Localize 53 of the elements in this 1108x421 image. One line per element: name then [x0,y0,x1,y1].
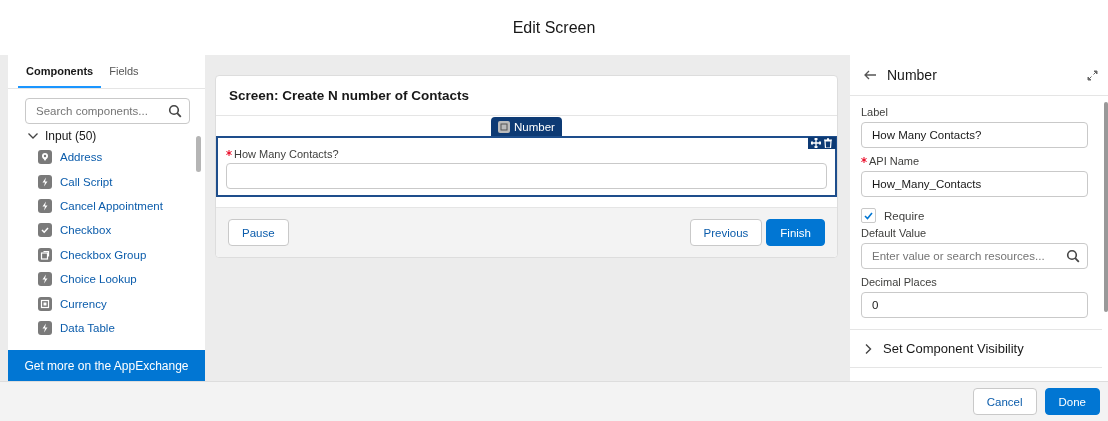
chevron-icon[interactable] [863,342,873,355]
section-header[interactable]: Set Component Visibility [850,329,1102,368]
component-icon [38,272,52,287]
delete-icon[interactable] [823,138,833,148]
done-button[interactable]: Done [1044,388,1100,415]
previous-button[interactable]: Previous [689,219,763,246]
panel-tab[interactable]: Components [18,55,102,88]
input-field[interactable]: How Many Contacts? [861,122,1088,148]
page-title: Edit Screen [512,18,596,37]
component-icon [38,150,52,165]
component-item[interactable]: Currency [60,297,107,310]
selected-component[interactable]: How Many Contacts? [216,136,837,197]
finish-button[interactable]: Finish [766,219,825,246]
checkbox[interactable] [861,208,876,223]
search-field[interactable]: Enter value or search resources... [861,243,1088,269]
field-label: How Many Contacts? [234,148,339,160]
checkmark-icon [864,211,873,220]
panel-title: Number [887,67,938,83]
field-label: API Name [869,155,920,167]
field-label: Label [861,106,888,118]
search-icon [168,104,182,118]
component-item[interactable]: Choice Lookup [60,273,137,286]
component-item[interactable]: Cancel Appointment [60,199,163,212]
component-icon [38,223,52,238]
panel-tab[interactable]: Fields [101,55,147,88]
input-field[interactable] [226,163,827,189]
field-label: Decimal Places [861,276,937,288]
component-icon [38,198,52,213]
cancel-button[interactable]: Cancel [972,388,1037,415]
field-label: Default Value [861,227,927,239]
component-item[interactable]: Checkbox Group [60,248,147,261]
component-item[interactable]: Data Table [60,321,115,334]
pause-button[interactable]: Pause [228,219,289,246]
number-icon [498,120,511,133]
back-arrow-icon[interactable] [864,70,877,80]
component-icon [38,320,52,335]
search-icon [1066,249,1080,263]
component-icon [38,174,52,189]
component-icon [38,247,52,262]
checkbox-label: Require [884,209,925,222]
component-icon [38,296,52,311]
component-item[interactable]: Address [60,151,103,164]
appexchange-button[interactable]: Get more on the AppExchange [8,350,205,381]
component-item[interactable]: Checkbox [60,224,112,237]
group-label: Input (50) [45,129,97,143]
input-field[interactable]: 0 [861,292,1088,318]
search-field[interactable]: Search components... [25,98,190,124]
component-tag: Number [491,117,562,136]
screen-title: Screen: Create N number of Contacts [216,76,837,116]
input-field[interactable]: How_Many_Contacts [861,171,1088,197]
move-icon[interactable] [811,138,821,148]
expand-icon[interactable] [1087,69,1098,81]
component-item[interactable]: Call Script [60,175,113,188]
